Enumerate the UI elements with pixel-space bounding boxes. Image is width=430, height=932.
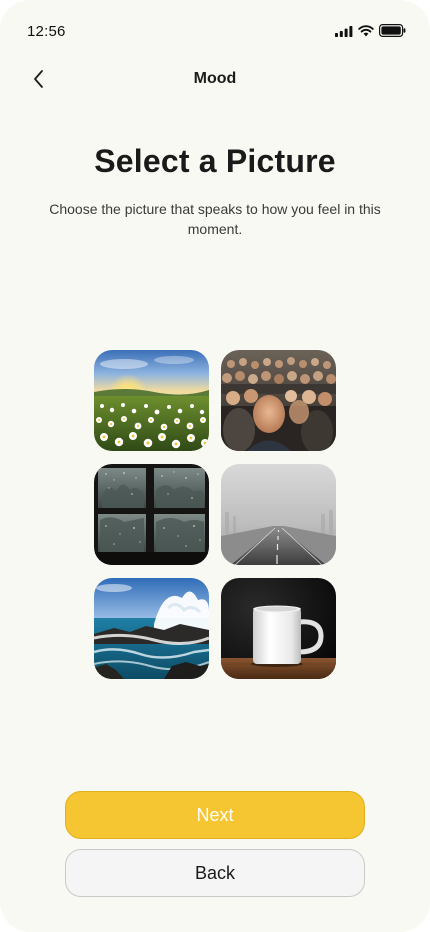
next-button[interactable]: Next: [65, 791, 365, 839]
signal-icon: [335, 24, 353, 42]
picture-flower-meadow-sunrise[interactable]: [94, 350, 209, 451]
header-title: Mood: [193, 70, 237, 87]
header: Mood: [0, 60, 430, 100]
back-button[interactable]: Back: [65, 849, 365, 897]
page-title: Select a Picture: [94, 143, 336, 179]
wifi-icon: [358, 24, 374, 42]
picture-grid: [94, 350, 336, 679]
mood-screen: 12:56 Mood Select a Picture Choose the p…: [0, 0, 430, 932]
status-icons: [335, 24, 406, 42]
picture-rainy-window[interactable]: [94, 464, 209, 565]
page-subtitle: Choose the picture that speaks to how yo…: [49, 201, 381, 237]
picture-foggy-road[interactable]: [221, 464, 336, 565]
status-bar: 12:56: [0, 0, 430, 60]
picture-blurry-crowd[interactable]: [221, 350, 336, 451]
status-time: 12:56: [27, 23, 66, 40]
picture-crashing-wave[interactable]: [94, 578, 209, 679]
battery-icon: [379, 24, 406, 42]
picture-white-mug[interactable]: [221, 578, 336, 679]
